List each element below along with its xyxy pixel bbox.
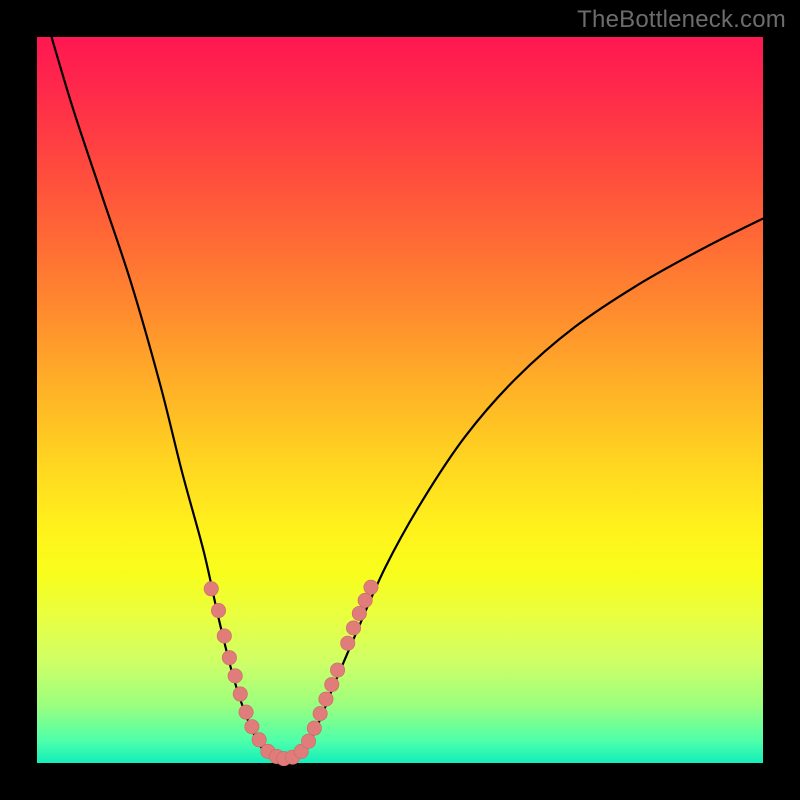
watermark-text: TheBottleneck.com xyxy=(577,6,786,34)
data-dot xyxy=(364,580,378,594)
data-dots xyxy=(204,580,378,766)
data-dot xyxy=(252,733,266,747)
bottleneck-curve xyxy=(52,37,763,762)
data-dot xyxy=(228,669,242,683)
data-dot xyxy=(301,734,315,748)
data-dot xyxy=(217,629,231,643)
data-dot xyxy=(204,582,218,596)
data-dot xyxy=(319,692,333,706)
data-dot xyxy=(358,593,372,607)
data-dot xyxy=(325,677,339,691)
data-dot xyxy=(245,720,259,734)
data-dot xyxy=(341,636,355,650)
data-dot xyxy=(211,603,225,617)
data-dot xyxy=(352,606,366,620)
data-dot xyxy=(307,721,321,735)
data-dot xyxy=(313,706,327,720)
data-dot xyxy=(239,705,253,719)
chart-frame: TheBottleneck.com xyxy=(0,0,800,800)
data-dot xyxy=(233,687,247,701)
data-dot xyxy=(346,621,360,635)
data-dot xyxy=(330,663,344,677)
chart-overlay xyxy=(37,37,763,763)
data-dot xyxy=(222,651,236,665)
